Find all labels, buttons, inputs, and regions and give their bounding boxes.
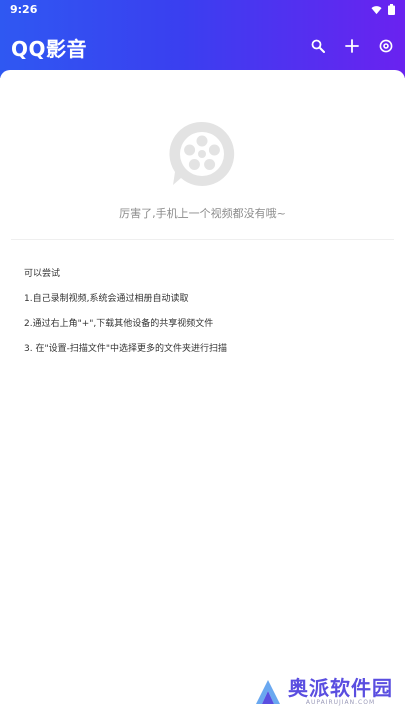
- status-time: 9:26: [10, 3, 38, 16]
- header-toolbar: [310, 38, 394, 54]
- wifi-icon: [371, 5, 382, 14]
- tip-item: 2.通过右上角"+",下载其他设备的共享视频文件: [24, 319, 214, 329]
- battery-icon: [388, 4, 395, 15]
- tip-item: 3. 在"设置-扫描文件"中选择更多的文件夹进行扫描: [24, 344, 227, 354]
- watermark-name: 奥派软件园: [288, 676, 393, 700]
- app-header: 9:26 QQ影音: [0, 0, 405, 78]
- watermark-url: AUPAIRUJIAN.COM: [305, 699, 376, 706]
- search-icon[interactable]: [310, 38, 326, 54]
- plus-icon[interactable]: [344, 38, 360, 54]
- tip-item: 1.自己录制视频,系统会通过相册自动读取: [24, 294, 189, 304]
- app-title: QQ影音: [11, 37, 88, 61]
- settings-icon[interactable]: [378, 38, 394, 54]
- empty-state-message: 厉害了,手机上一个视频都没有哦~: [119, 207, 286, 220]
- watermark: 奥派软件园 AUPAIRUJIAN.COM: [254, 677, 393, 706]
- main-content: 厉害了,手机上一个视频都没有哦~ 可以尝试 1.自己录制视频,系统会通过相册自动…: [0, 70, 405, 720]
- status-bar: 9:26: [0, 0, 405, 20]
- watermark-text: 奥派软件园 AUPAIRUJIAN.COM: [288, 677, 393, 706]
- tips-section: 可以尝试 1.自己录制视频,系统会通过相册自动读取 2.通过右上角"+",下载其…: [24, 267, 227, 367]
- tips-title: 可以尝试: [24, 269, 61, 279]
- film-reel-icon: [167, 119, 237, 189]
- status-icons: [371, 4, 395, 15]
- divider: [11, 239, 394, 240]
- watermark-logo-icon: [256, 679, 280, 704]
